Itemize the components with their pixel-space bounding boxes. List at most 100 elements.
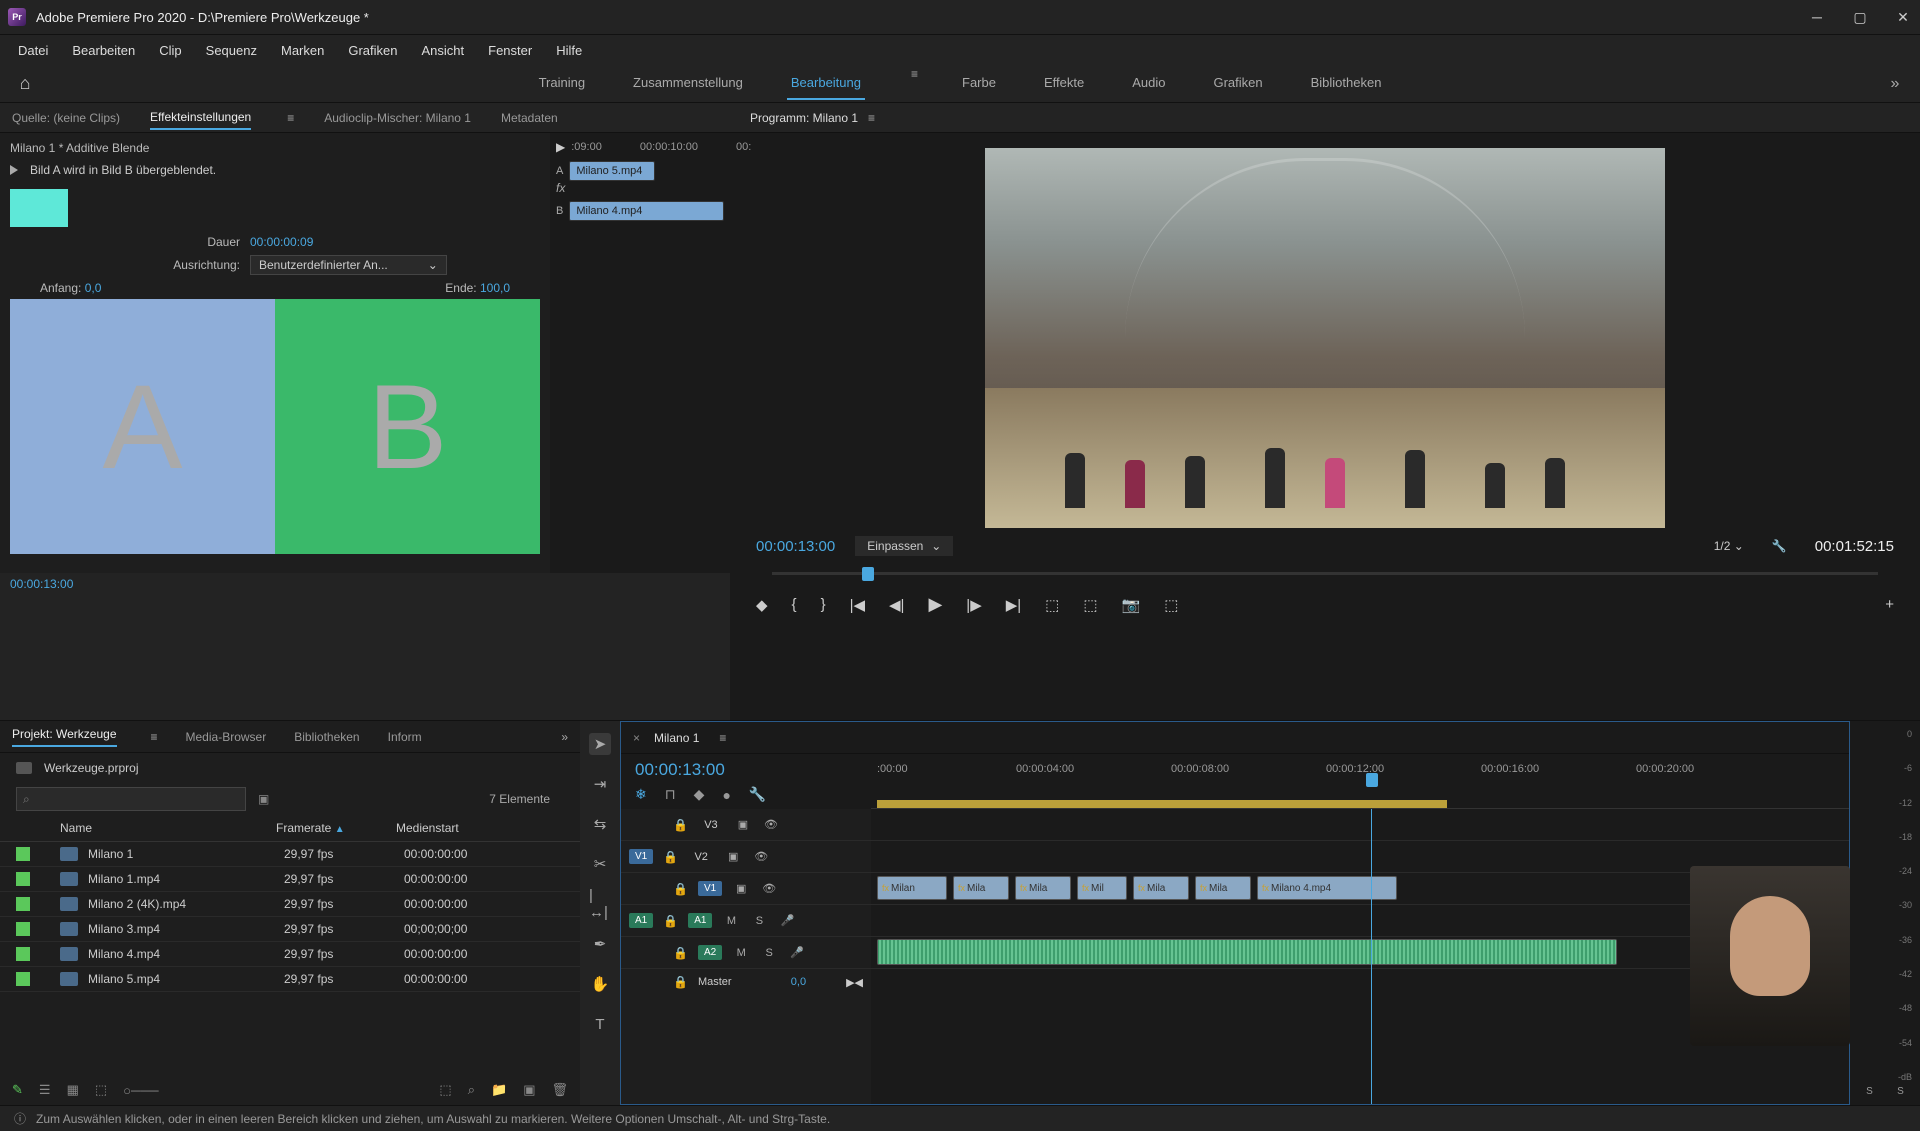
v1-source-badge[interactable]: V1 [629,849,653,864]
timeline-timecode[interactable]: 00:00:13:00 [635,760,725,779]
step-back-icon[interactable]: ◀| [889,596,904,614]
add-marker-icon[interactable]: ● [722,787,730,803]
video-clip[interactable]: fxMilan [877,876,947,900]
ws-bearbeitung[interactable]: Bearbeitung [787,67,865,100]
lock-icon[interactable]: 🔒 [673,818,688,832]
linked-sel-icon[interactable]: ⊓ [665,786,676,803]
menu-sequenz[interactable]: Sequenz [196,39,267,62]
track-v3-lane[interactable] [871,809,1849,841]
find-icon[interactable]: ⌕ [468,1082,475,1098]
close-button[interactable]: ✕ [1894,8,1912,26]
lock-icon[interactable]: 🔒 [673,882,688,896]
wrench-icon[interactable]: 🔧 [1772,539,1787,553]
ws-training[interactable]: Training [535,67,589,100]
effect-timecode[interactable]: 00:00:13:00 [0,573,730,595]
align-dropdown[interactable]: Benutzerdefinierter An... ⌄ [250,255,447,275]
ws-bibliotheken[interactable]: Bibliotheken [1307,67,1386,100]
master-track[interactable]: 🔒 Master 0,0 ▶◀ [621,969,871,995]
col-framerate[interactable]: Framerate ▲ [276,821,396,835]
col-name[interactable]: Name [16,821,276,835]
ws-grafiken[interactable]: Grafiken [1209,67,1266,100]
list-view-icon[interactable]: ☰ [39,1082,51,1098]
mini-clip-a[interactable]: Milano 5.mp4 [569,161,655,181]
zoom-slider[interactable]: ○─── [123,1083,158,1098]
start-value[interactable]: 0,0 [85,281,102,295]
audio-clip[interactable] [877,939,1617,965]
play-preview-icon[interactable] [10,165,18,175]
track-v3-header[interactable]: 🔒 V3 ▣ 👁 [621,809,871,841]
duration-value[interactable]: 00:00:00:09 [250,235,313,249]
eye-icon[interactable]: 👁 [762,816,780,834]
tab-media-browser[interactable]: Media-Browser [186,730,267,744]
home-icon[interactable]: ⌂ [0,73,50,94]
playhead-line[interactable] [1371,809,1372,1104]
camera-icon[interactable]: 📷 [1122,596,1141,614]
new-item-icon-2[interactable]: ▣ [523,1082,535,1098]
tab-projekt[interactable]: Projekt: Werkzeuge [12,727,117,747]
project-tab-menu-icon[interactable]: ≡ [151,730,158,744]
col-medienstart[interactable]: Medienstart [396,821,536,835]
program-scale[interactable]: 1/2 ⌄ [1714,539,1744,553]
menu-hilfe[interactable]: Hilfe [546,39,592,62]
ws-farbe[interactable]: Farbe [958,67,1000,100]
toggle-icon[interactable]: ▣ [724,848,742,866]
a1-source-badge[interactable]: A1 [629,913,653,928]
mute-button[interactable]: M [732,944,750,962]
track-v2-header[interactable]: V1 🔒 V2 ▣ 👁 [621,841,871,873]
trash-icon[interactable]: 🗑 [551,1082,568,1098]
program-timecode[interactable]: 00:00:13:00 [756,538,835,555]
lock-icon[interactable]: 🔒 [663,850,678,864]
export-frame-icon[interactable]: ⬚ [1164,596,1178,614]
mic-icon[interactable]: 🎤 [778,912,796,930]
timeline-ruler[interactable]: :00:00 00:00:04:00 00:00:08:00 00:00:12:… [871,757,1849,809]
razor-tool[interactable]: ✂ [589,853,611,875]
settings-icon[interactable]: 🔧 [749,786,766,803]
lock-icon[interactable]: 🔒 [663,914,678,928]
tab-effekteinstellungen[interactable]: Effekteinstellungen [150,106,251,130]
eye-icon[interactable]: 👁 [760,880,778,898]
expand-icon[interactable]: ▶◀ [846,976,863,989]
video-clip[interactable]: fxMila [1133,876,1189,900]
ws-audio[interactable]: Audio [1128,67,1169,100]
ws-effekte[interactable]: Effekte [1040,67,1088,100]
end-value[interactable]: 100,0 [480,281,510,295]
solo-left[interactable]: S [1866,1086,1873,1097]
program-monitor[interactable] [985,148,1665,528]
program-fit-dropdown[interactable]: Einpassen ⌄ [855,536,953,556]
go-to-in-icon[interactable]: |◀ [850,596,865,614]
playhead-handle[interactable] [1366,773,1378,787]
tab-bibliotheken[interactable]: Bibliotheken [294,730,359,744]
solo-right[interactable]: S [1897,1086,1904,1097]
menu-clip[interactable]: Clip [149,39,191,62]
tab-metadaten[interactable]: Metadaten [501,107,558,129]
timeline-menu-icon[interactable]: ≡ [719,731,726,745]
lift-icon[interactable]: ⬚ [1045,596,1059,614]
track-v1-header[interactable]: 🔒 V1 ▣ 👁 [621,873,871,905]
project-item[interactable]: Milano 1.mp429,97 fps00:00:00:00 [0,867,580,892]
snap-icon[interactable]: ❄ [635,786,647,803]
track-a1-header[interactable]: A1 🔒 A1 M S 🎤 [621,905,871,937]
extract-icon[interactable]: ⬚ [1083,596,1097,614]
bracket-out-icon[interactable]: } [821,596,826,613]
scrub-playhead[interactable] [862,567,874,581]
close-sequence-icon[interactable]: × [633,731,640,745]
menu-bearbeiten[interactable]: Bearbeiten [62,39,145,62]
effect-mini-timeline[interactable]: ▶ :09:00 00:00:10:00 00: A Milano 5.mp4 … [550,133,730,573]
toggle-icon[interactable]: ▣ [732,880,750,898]
new-item-icon[interactable]: ✎ [12,1082,23,1098]
menu-grafiken[interactable]: Grafiken [338,39,407,62]
mark-in-icon[interactable]: ◆ [756,596,768,614]
slip-tool[interactable]: |↔| [589,893,611,915]
step-forward-icon[interactable]: |▶ [966,596,981,614]
maximize-button[interactable]: ▢ [1851,8,1869,26]
ws-zusammenstellung[interactable]: Zusammenstellung [629,67,747,100]
mic-icon[interactable]: 🎤 [788,944,806,962]
ripple-edit-tool[interactable]: ⇆ [589,813,611,835]
video-clip[interactable]: fxMila [953,876,1009,900]
program-scrubber[interactable] [764,564,1886,584]
add-button-icon[interactable]: + [1885,596,1894,613]
track-a2-header[interactable]: 🔒 A2 M S 🎤 [621,937,871,969]
ws-overflow-icon[interactable]: » [1870,75,1920,93]
mini-play-icon[interactable]: ▶ [556,140,565,154]
icon-view-icon[interactable]: ▦ [67,1082,79,1098]
